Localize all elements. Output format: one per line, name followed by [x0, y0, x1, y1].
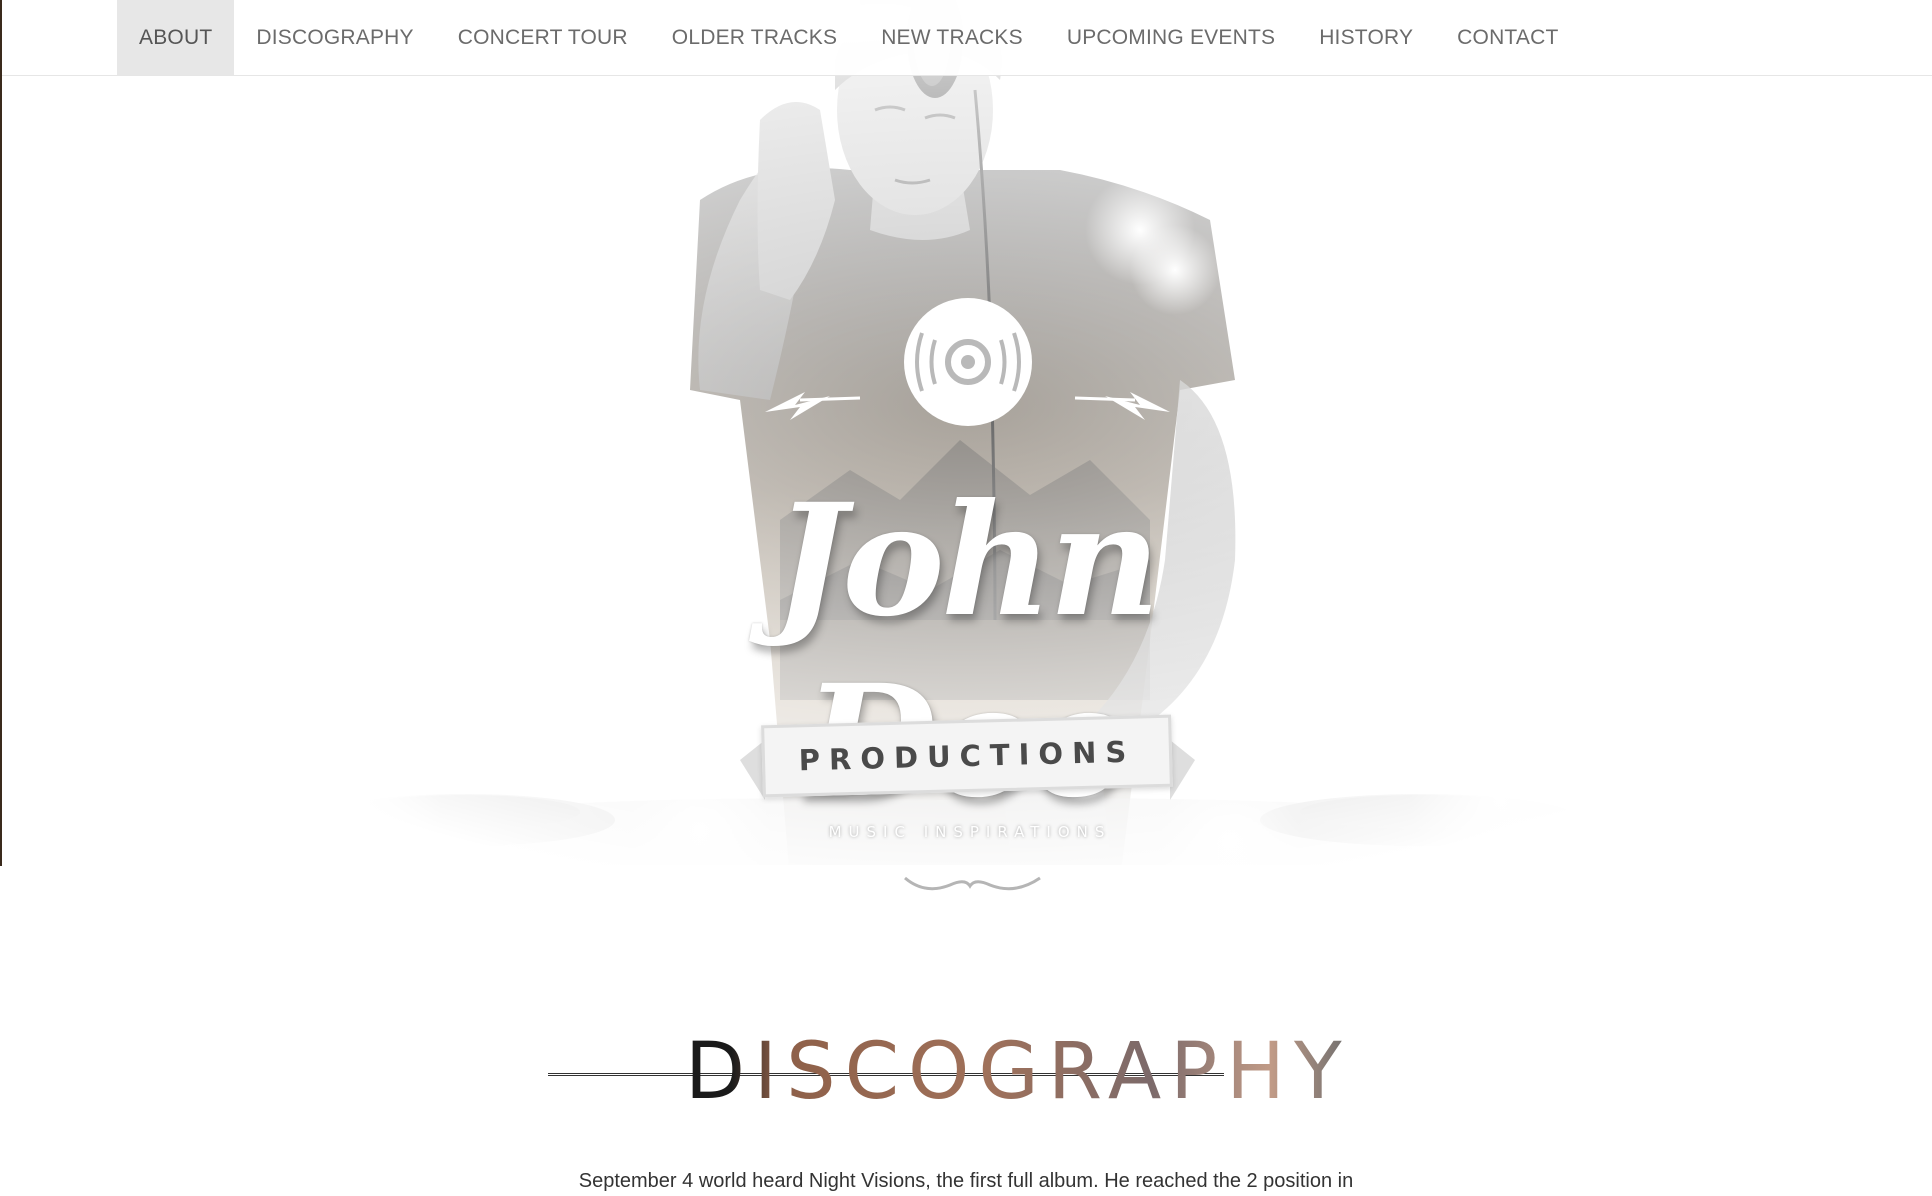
nav-item-older-tracks[interactable]: OLDER TRACKS: [650, 0, 859, 75]
hero-banner-text: PRODUCTIONS: [798, 734, 1136, 778]
hero-tagline: MUSIC INSPIRATIONS: [828, 823, 1112, 841]
left-edge-strip: [0, 0, 2, 866]
nav-item-upcoming-events[interactable]: UPCOMING EVENTS: [1045, 0, 1297, 75]
nav-item-history[interactable]: HISTORY: [1297, 0, 1435, 75]
nav-item-new-tracks[interactable]: NEW TRACKS: [859, 0, 1045, 75]
nav-item-discography[interactable]: DISCOGRAPHY: [234, 0, 435, 75]
vinyl-record-icon: [904, 298, 1032, 426]
discography-title: DISCOGRAPHY: [685, 1027, 1351, 1117]
nav-item-about[interactable]: ABOUT: [117, 0, 235, 75]
hero-section: John Doe PRODUCTIONS MUSIC INSPIRATIONS: [0, 0, 1932, 900]
nav-menu: ABOUT DISCOGRAPHY CONCERT TOUR OLDER TRA…: [117, 0, 1581, 75]
top-nav: ABOUT DISCOGRAPHY CONCERT TOUR OLDER TRA…: [0, 0, 1932, 76]
discography-heading: DISCOGRAPHY: [548, 1023, 1342, 1117]
nav-item-contact[interactable]: CONTACT: [1435, 0, 1580, 75]
discography-text: September 4 world heard Night Visions, t…: [578, 1170, 1354, 1192]
nav-item-concert-tour[interactable]: CONCERT TOUR: [436, 0, 650, 75]
hero-banner: PRODUCTIONS: [761, 714, 1173, 798]
